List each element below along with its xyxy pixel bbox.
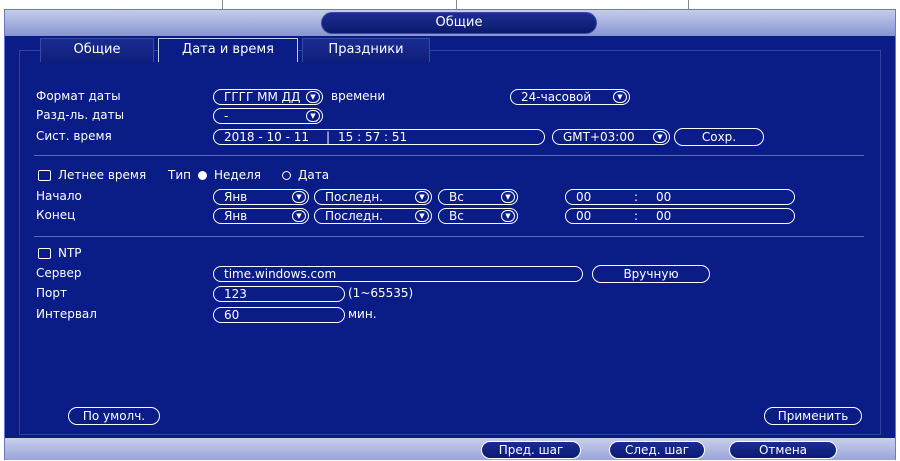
chevron-down-icon: ▼ xyxy=(653,131,667,143)
chevron-down-icon: ▼ xyxy=(415,191,429,203)
top-strip-tick xyxy=(688,0,689,9)
dst-type-label: Тип xyxy=(168,168,191,182)
end-week-value: Последн. xyxy=(325,209,383,223)
date-separator-value: - xyxy=(224,109,229,123)
dst-label: Летнее время xyxy=(58,168,147,182)
tab-panel: Общие Дата и время Праздники Формат даты… xyxy=(19,38,881,435)
ntp-interval-unit: мин. xyxy=(348,307,377,321)
time-format-label: времени xyxy=(331,89,386,103)
date-format-label: Формат даты xyxy=(36,89,121,103)
ntp-port-range: (1~65535) xyxy=(348,286,414,300)
ntp-port-label: Порт xyxy=(36,286,67,300)
chevron-down-icon: ▼ xyxy=(292,191,306,203)
tab-holidays[interactable]: Праздники xyxy=(302,38,430,62)
title-bar: Общие xyxy=(5,10,895,36)
radio-week[interactable] xyxy=(198,171,207,180)
section-divider xyxy=(34,236,864,237)
radio-date-label: Дата xyxy=(298,168,330,182)
ntp-port-input[interactable]: 123 xyxy=(213,286,345,302)
end-day-value: Вс xyxy=(449,209,464,223)
chevron-down-icon: ▼ xyxy=(306,110,320,122)
window-title: Общие xyxy=(321,12,597,34)
start-month-select[interactable]: Янв ▼ xyxy=(213,189,309,205)
start-minute-value: 00 xyxy=(656,190,672,204)
radio-week-label: Неделя xyxy=(214,168,261,182)
previous-step-button[interactable]: Пред. шаг xyxy=(481,441,581,459)
ntp-server-label: Сервер xyxy=(36,266,82,280)
dst-checkbox[interactable] xyxy=(38,170,51,181)
end-month-select[interactable]: Янв ▼ xyxy=(213,208,309,224)
tab-date-time[interactable]: Дата и время xyxy=(158,38,298,62)
date-separator-label: Разд-ль. даты xyxy=(36,108,125,122)
system-datetime-field[interactable]: 2018 - 10 - 11 | 15 : 57 : 51 xyxy=(213,129,545,145)
time-format-value: 24-часовой xyxy=(521,90,592,104)
chevron-down-icon: ▼ xyxy=(501,210,515,222)
ntp-label: NTP xyxy=(58,246,82,260)
next-step-button[interactable]: След. шаг xyxy=(609,441,705,459)
timezone-select[interactable]: GMT+03:00 ▼ xyxy=(552,129,670,145)
dst-end-label: Конец xyxy=(36,208,76,222)
top-strip-tick xyxy=(222,0,223,9)
top-strip-tick xyxy=(456,0,457,9)
top-strip xyxy=(0,0,900,9)
start-week-value: Последн. xyxy=(325,190,383,204)
start-day-select[interactable]: Вс ▼ xyxy=(438,189,518,205)
tab-general[interactable]: Общие xyxy=(40,38,154,62)
start-time-field[interactable]: 00 : 00 xyxy=(565,189,795,205)
chevron-down-icon: ▼ xyxy=(501,191,515,203)
system-time-label: Сист. время xyxy=(36,129,112,143)
ntp-interval-input[interactable]: 60 xyxy=(213,307,345,323)
ntp-interval-label: Интервал xyxy=(36,307,97,321)
date-separator-select[interactable]: - ▼ xyxy=(213,108,323,124)
date-time-separator: | xyxy=(326,130,331,144)
start-month-value: Янв xyxy=(224,190,248,204)
cancel-button[interactable]: Отмена xyxy=(729,441,837,459)
end-time-sep: : xyxy=(634,209,639,223)
system-date-value: 2018 - 10 - 11 xyxy=(224,130,309,144)
end-month-value: Янв xyxy=(224,209,248,223)
radio-date[interactable] xyxy=(282,171,291,180)
chevron-down-icon: ▼ xyxy=(415,210,429,222)
end-day-select[interactable]: Вс ▼ xyxy=(438,208,518,224)
start-week-select[interactable]: Последн. ▼ xyxy=(314,189,432,205)
dst-start-label: Начало xyxy=(36,189,82,203)
start-day-value: Вс xyxy=(449,190,464,204)
manual-update-button[interactable]: Вручную xyxy=(592,265,710,283)
chevron-down-icon: ▼ xyxy=(306,91,320,103)
settings-window: Общие Общие Дата и время Праздники Форма… xyxy=(4,9,896,460)
system-time-value: 15 : 57 : 51 xyxy=(338,130,408,144)
apply-button[interactable]: Применить xyxy=(764,407,862,425)
footer-bar: Пред. шаг След. шаг Отмена xyxy=(5,438,895,460)
end-hour-value: 00 xyxy=(576,209,592,223)
start-hour-value: 00 xyxy=(576,190,592,204)
end-minute-value: 00 xyxy=(656,209,672,223)
chevron-down-icon: ▼ xyxy=(292,210,306,222)
chevron-down-icon: ▼ xyxy=(613,91,627,103)
end-week-select[interactable]: Последн. ▼ xyxy=(314,208,432,224)
timezone-value: GMT+03:00 xyxy=(563,130,635,144)
start-time-sep: : xyxy=(634,190,639,204)
date-format-value: ГГГГ ММ ДД xyxy=(224,90,301,104)
time-format-select[interactable]: 24-часовой ▼ xyxy=(510,89,630,105)
date-format-select[interactable]: ГГГГ ММ ДД ▼ xyxy=(213,89,323,105)
save-button[interactable]: Сохр. xyxy=(674,128,764,146)
default-button[interactable]: По умолч. xyxy=(68,407,160,425)
section-divider xyxy=(34,155,864,156)
end-time-field[interactable]: 00 : 00 xyxy=(565,208,795,224)
ntp-checkbox[interactable] xyxy=(38,248,51,259)
ntp-server-input[interactable]: time.windows.com xyxy=(213,266,583,282)
